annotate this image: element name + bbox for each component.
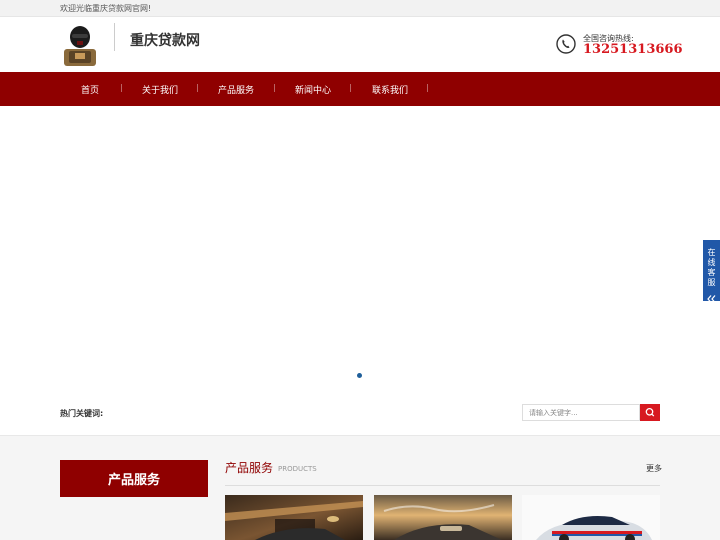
main-nav: 首页 | 关于我们 | 产品服务 | 新闻中心 | 联系我们 | — [0, 72, 720, 106]
banner-slider — [0, 106, 720, 393]
site-title: 重庆贷款网 — [130, 33, 200, 49]
nav-item-products[interactable]: 产品服务 — [218, 83, 254, 96]
products-content: 产品服务 产品服务 PRODUCTS 更多 — [0, 436, 720, 540]
product-image[interactable] — [522, 495, 660, 540]
site-header: 重庆贷款网 全国咨询热线: 13251313666 — [0, 17, 720, 72]
slider-dot[interactable] — [357, 373, 362, 378]
section-divider — [225, 485, 660, 486]
nav-item-contact[interactable]: 联系我们 — [372, 83, 408, 96]
header-divider — [114, 23, 115, 51]
product-image[interactable] — [225, 495, 363, 540]
search-input[interactable] — [522, 404, 640, 421]
top-bar: 欢迎光临重庆贷款网官网! — [0, 0, 720, 17]
site-logo[interactable] — [60, 23, 100, 66]
nav-item-home[interactable]: 首页 — [81, 83, 99, 96]
welcome-text: 欢迎光临重庆贷款网官网! — [60, 4, 152, 13]
nav-separator: | — [426, 83, 429, 92]
nav-separator: | — [273, 83, 276, 92]
search-bar: 热门关键词: — [0, 395, 720, 436]
double-chevron-left-icon — [707, 288, 716, 307]
nav-separator: | — [120, 83, 123, 92]
nav-separator: | — [196, 83, 199, 92]
nav-item-news[interactable]: 新闻中心 — [295, 83, 331, 96]
product-image[interactable] — [374, 495, 512, 540]
online-service-tab[interactable]: 在线客服 — [703, 240, 720, 303]
search-icon — [640, 407, 660, 424]
section-title: 产品服务 — [225, 461, 274, 475]
more-link[interactable]: 更多 — [646, 463, 662, 474]
nav-separator: | — [349, 83, 352, 92]
nav-item-about[interactable]: 关于我们 — [142, 83, 178, 96]
hot-keywords-label: 热门关键词: — [60, 409, 104, 418]
search-button[interactable] — [640, 404, 660, 421]
online-service-label: 在线客服 — [707, 248, 716, 287]
phone-icon — [556, 34, 576, 54]
section-subtitle: PRODUCTS — [278, 465, 317, 473]
sidebar-title: 产品服务 — [60, 460, 208, 497]
hotline-number[interactable]: 13251313666 — [583, 42, 683, 57]
